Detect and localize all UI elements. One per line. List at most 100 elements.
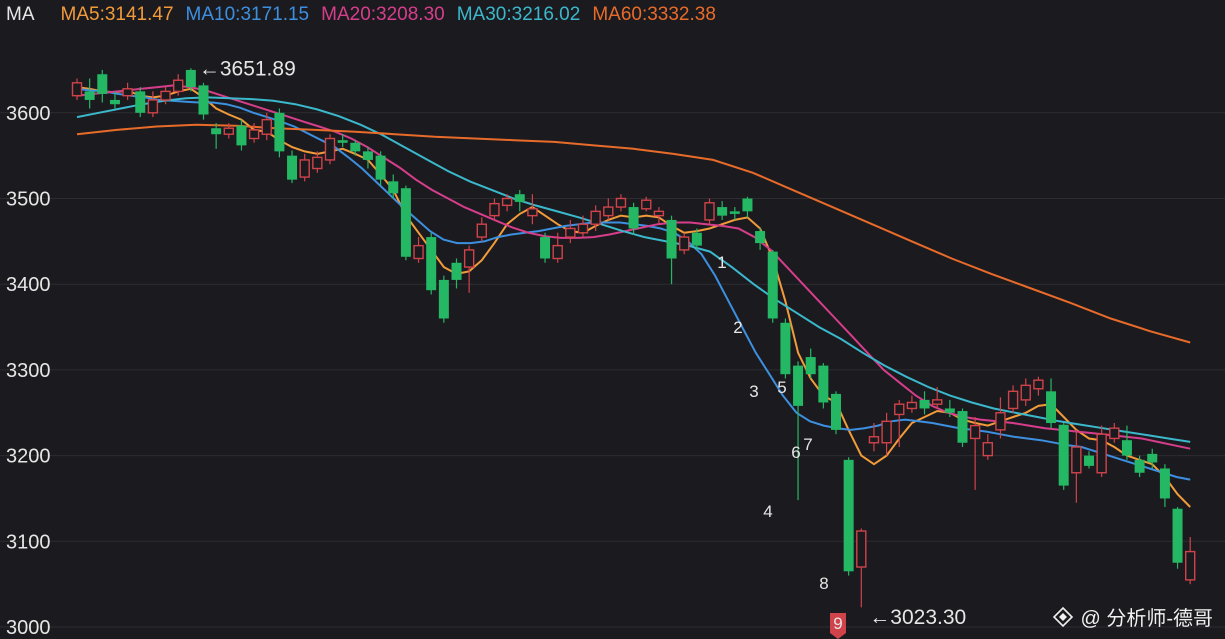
candle-body-up	[476, 223, 487, 238]
candle-body-down	[767, 251, 778, 319]
legend-ma5: MA5:3141.47	[60, 4, 174, 25]
sequence-label: 6	[791, 443, 800, 462]
sequence-label: 7	[803, 435, 812, 454]
y-tick-label: 3400	[6, 274, 51, 296]
candle-body-down	[1121, 440, 1132, 456]
y-tick-label: 3000	[6, 617, 51, 639]
candle-body-up	[552, 244, 563, 260]
y-tick-label: 3300	[6, 360, 51, 382]
candle-body-down	[919, 399, 930, 409]
candle-body-down	[1172, 508, 1183, 563]
candle-body-down	[755, 231, 766, 244]
candle-body-down	[944, 408, 955, 413]
candle-body-up	[122, 88, 133, 97]
candle-body-up	[413, 244, 424, 260]
candle-body-down	[198, 85, 209, 115]
legend-ma20: MA20:3208.30	[321, 4, 445, 25]
candle-body-down	[742, 198, 753, 212]
candle-body-up	[641, 199, 652, 210]
candle-body-up	[894, 403, 905, 416]
candle-body-up	[590, 210, 601, 225]
candle-body-down	[666, 219, 677, 259]
candle-body-down	[426, 237, 437, 291]
candle-body-down	[109, 99, 120, 105]
sequence-label: 2	[733, 318, 742, 337]
candle-body-up	[1071, 446, 1082, 474]
ma-legend: MA MA5:3141.47 MA10:3171.15 MA20:3208.30…	[6, 3, 716, 27]
candle-body-down	[717, 207, 728, 216]
candle-body-down	[274, 112, 285, 152]
candle-body-down	[1134, 459, 1145, 473]
sequence-label: 5	[777, 378, 786, 397]
candle-body-down	[451, 262, 462, 280]
candle-body-up	[1184, 550, 1196, 581]
candle-body-down	[1058, 424, 1069, 486]
sequence-label: 8	[819, 574, 828, 593]
y-tick-label: 3500	[6, 189, 51, 211]
candle-body-up	[704, 202, 715, 221]
candle-body-down	[793, 365, 804, 406]
candle-body-down	[287, 155, 298, 180]
candle-body-up	[248, 129, 260, 140]
candle-body-up	[261, 118, 272, 135]
candle-body-down	[97, 74, 108, 94]
watermark-text: @ 分析师-德哥	[1080, 608, 1213, 630]
candle-body-down	[337, 140, 348, 143]
candle-body-up	[299, 159, 310, 178]
candle-body-down	[438, 279, 449, 319]
y-tick-label: 3200	[6, 446, 51, 468]
sequence-label: 1	[717, 253, 726, 272]
candle-body-up	[501, 197, 513, 207]
candlestick-chart: 3000 3100 3200 3300 3400 3500 3600 ←3651.89 ←302…	[0, 57, 1225, 639]
candle-body-up	[603, 206, 614, 217]
candle-body-up	[932, 399, 943, 405]
low-annotation: ←3023.30	[869, 606, 966, 629]
candle-body-down	[691, 232, 702, 246]
candle-body-up	[312, 156, 323, 170]
candle-body-down	[135, 91, 146, 113]
candle-body-down	[831, 393, 841, 430]
candle-body-up	[653, 210, 665, 217]
candle-body-up	[172, 79, 184, 93]
candle-body-up	[969, 424, 981, 440]
candle-body-down	[780, 322, 791, 375]
candle-body-down	[84, 91, 95, 100]
y-tick-label: 3100	[6, 531, 51, 553]
candle-body-down	[185, 69, 196, 88]
candle-body-up	[565, 227, 576, 238]
candle-body-down	[1084, 455, 1094, 466]
candle-body-up	[995, 412, 1006, 431]
candle-body-up	[982, 442, 993, 457]
candle-body-down	[388, 181, 399, 194]
candle-body-down	[957, 411, 968, 443]
candle-body-up	[868, 436, 880, 444]
candle-body-up	[1007, 390, 1019, 410]
legend-ma10: MA10:3171.15	[185, 4, 310, 25]
candle-body-down	[843, 459, 854, 572]
candle-body-up	[489, 202, 500, 217]
candle-body-down	[350, 142, 361, 152]
legend-ma60: MA60:3332.38	[592, 4, 716, 25]
candle-body-up	[1109, 427, 1120, 440]
candle-body-down	[729, 211, 740, 214]
diamond-logo-icon	[1053, 606, 1074, 627]
candle-body-up	[856, 530, 867, 568]
candle-body-down	[400, 188, 411, 257]
candle-body-up	[463, 249, 475, 268]
candle-body-down	[211, 128, 222, 135]
high-annotation: ←3651.89	[199, 57, 296, 80]
candle-body-down	[362, 151, 373, 160]
candle-body-down	[1147, 453, 1158, 463]
candle-body-down	[236, 125, 247, 146]
sequence-label: 9	[833, 614, 842, 633]
candle-body-up	[324, 137, 336, 161]
candle-body-down	[540, 237, 551, 259]
sequence-label: 4	[763, 502, 772, 521]
candle-body-up	[679, 236, 690, 251]
candle-body-up	[577, 223, 589, 234]
candle-body-down	[1046, 391, 1057, 424]
candle-body-up	[906, 401, 918, 410]
candle-body-down	[375, 155, 386, 180]
candle-body-up	[615, 197, 627, 208]
candle-body-up	[223, 127, 235, 135]
